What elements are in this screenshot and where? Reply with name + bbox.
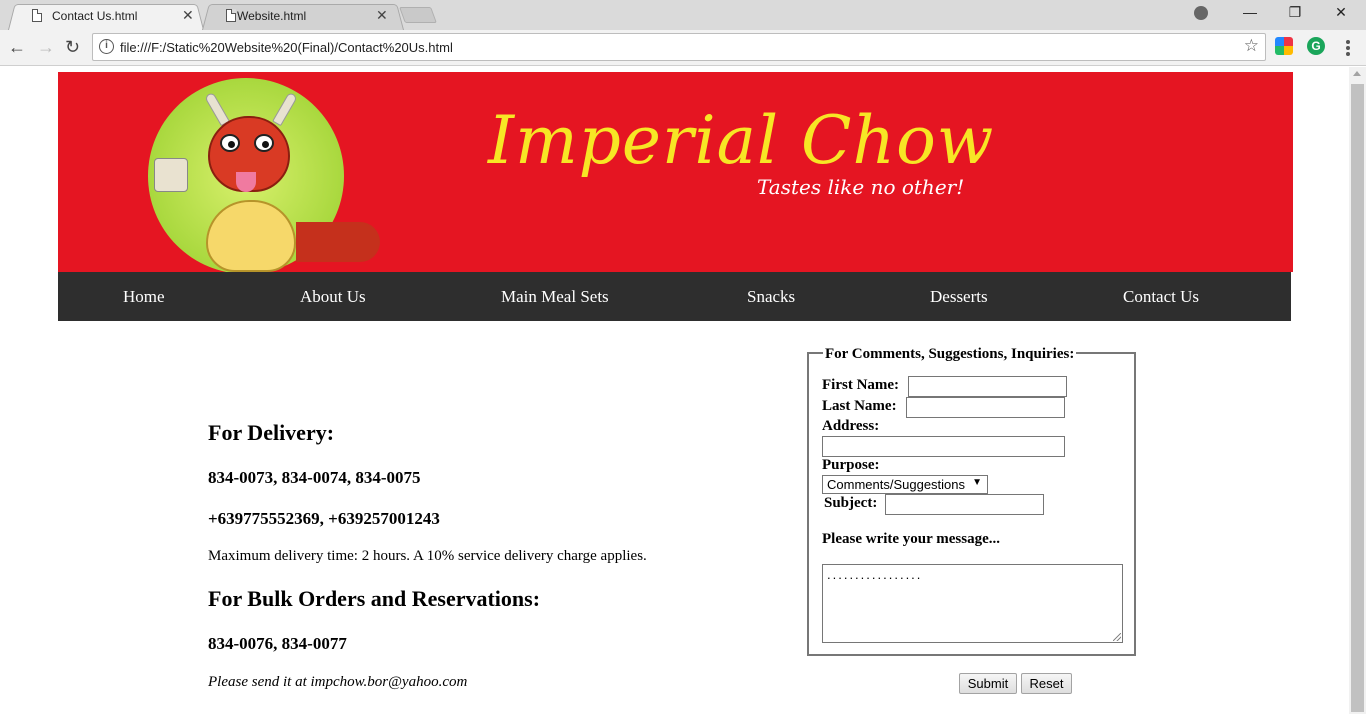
nav-contact-us[interactable]: Contact Us: [1123, 287, 1199, 307]
extension-icon[interactable]: [1275, 37, 1293, 55]
message-label: Please write your message...: [822, 531, 1001, 547]
brand-tagline: Tastes like no other!: [757, 175, 965, 199]
info-icon[interactable]: i: [99, 39, 114, 54]
tab-title: Contact Us.html: [52, 9, 138, 23]
tab-contact-us[interactable]: Contact Us.html ✕: [8, 2, 204, 30]
dropdown-arrow-icon: ▼: [972, 477, 982, 488]
page-scrollbar[interactable]: [1349, 67, 1366, 714]
minimize-icon[interactable]: —: [1240, 4, 1260, 20]
resize-grip-icon[interactable]: [1113, 633, 1121, 641]
bookmark-star-icon[interactable]: ☆: [1244, 36, 1259, 56]
window-close-icon[interactable]: ✕: [1331, 4, 1351, 21]
message-value: .................: [827, 567, 923, 582]
reload-icon[interactable]: ↻: [65, 37, 80, 58]
dragon-tongue: [236, 172, 256, 192]
comments-form: For Comments, Suggestions, Inquiries: Fi…: [807, 346, 1136, 656]
delivery-mobiles: +639775552369, +639257001243: [208, 509, 440, 528]
purpose-label: Purpose:: [822, 457, 880, 473]
address-bar[interactable]: i file:///F:/Static%20Website%20(Final)/…: [92, 33, 1266, 61]
first-name-label: First Name:: [822, 377, 900, 393]
nav-main-meal-sets[interactable]: Main Meal Sets: [501, 287, 609, 307]
nav-snacks[interactable]: Snacks: [747, 287, 795, 307]
grammarly-icon[interactable]: G: [1307, 37, 1325, 55]
nav-desserts[interactable]: Desserts: [930, 287, 988, 307]
last-name-field[interactable]: [906, 397, 1065, 418]
restore-icon[interactable]: ❐: [1285, 4, 1305, 21]
profile-icon[interactable]: [1194, 6, 1208, 20]
dragon-eye: [220, 134, 240, 152]
reset-button[interactable]: Reset: [1021, 673, 1072, 694]
purpose-select[interactable]: Comments/Suggestions ▼: [822, 475, 988, 494]
document-icon: [226, 9, 236, 22]
nav-home[interactable]: Home: [123, 287, 165, 307]
browser-menu-icon[interactable]: [1346, 40, 1350, 58]
scrollbar-thumb[interactable]: [1351, 84, 1364, 712]
takeout-bag-icon: [154, 158, 188, 192]
brand-title: Imperial Chow: [488, 102, 995, 179]
address-label: Address:: [822, 418, 880, 434]
new-tab-button[interactable]: [399, 7, 437, 23]
submit-button[interactable]: Submit: [959, 673, 1017, 694]
browser-toolbar: ← → ↻ i file:///F:/Static%20Website%20(F…: [0, 30, 1366, 66]
tab-website[interactable]: Website.html ✕: [202, 2, 404, 30]
form-legend: For Comments, Suggestions, Inquiries:: [823, 346, 1077, 363]
tab-close-icon[interactable]: ✕: [376, 7, 388, 24]
delivery-phones: 834-0073, 834-0074, 834-0075: [208, 468, 421, 487]
subject-field[interactable]: [885, 494, 1044, 515]
site-banner: Imperial Chow Tastes like no other!: [58, 72, 1293, 272]
tab-strip: Contact Us.html ✕ Website.html ✕ — ❐ ✕: [0, 0, 1366, 30]
email-note: Please send it at impchow.bor@yahoo.com: [208, 674, 468, 690]
last-name-label: Last Name:: [822, 398, 897, 414]
delivery-note: Maximum delivery time: 2 hours. A 10% se…: [208, 548, 647, 564]
message-textarea[interactable]: .................: [822, 564, 1123, 643]
dragon-eye: [254, 134, 274, 152]
tab-close-icon[interactable]: ✕: [182, 7, 194, 24]
bulk-orders-heading: For Bulk Orders and Reservations:: [208, 586, 541, 611]
scroll-up-icon[interactable]: [1353, 71, 1361, 76]
purpose-selected-value: Comments/Suggestions: [827, 477, 966, 492]
dragon-tail: [296, 222, 380, 262]
url-text[interactable]: file:///F:/Static%20Website%20(Final)/Co…: [120, 40, 453, 55]
tab-title: Website.html: [237, 9, 307, 23]
address-field[interactable]: [822, 436, 1065, 457]
main-navbar: Home About Us Main Meal Sets Snacks Dess…: [58, 272, 1291, 321]
delivery-heading: For Delivery:: [208, 420, 335, 445]
document-icon: [32, 9, 42, 22]
forward-icon[interactable]: →: [37, 37, 55, 58]
nav-about-us[interactable]: About Us: [300, 287, 366, 307]
subject-label: Subject:: [824, 495, 878, 511]
bulk-phones: 834-0076, 834-0077: [208, 634, 347, 653]
back-icon[interactable]: ←: [8, 37, 26, 58]
first-name-field[interactable]: [908, 376, 1067, 397]
